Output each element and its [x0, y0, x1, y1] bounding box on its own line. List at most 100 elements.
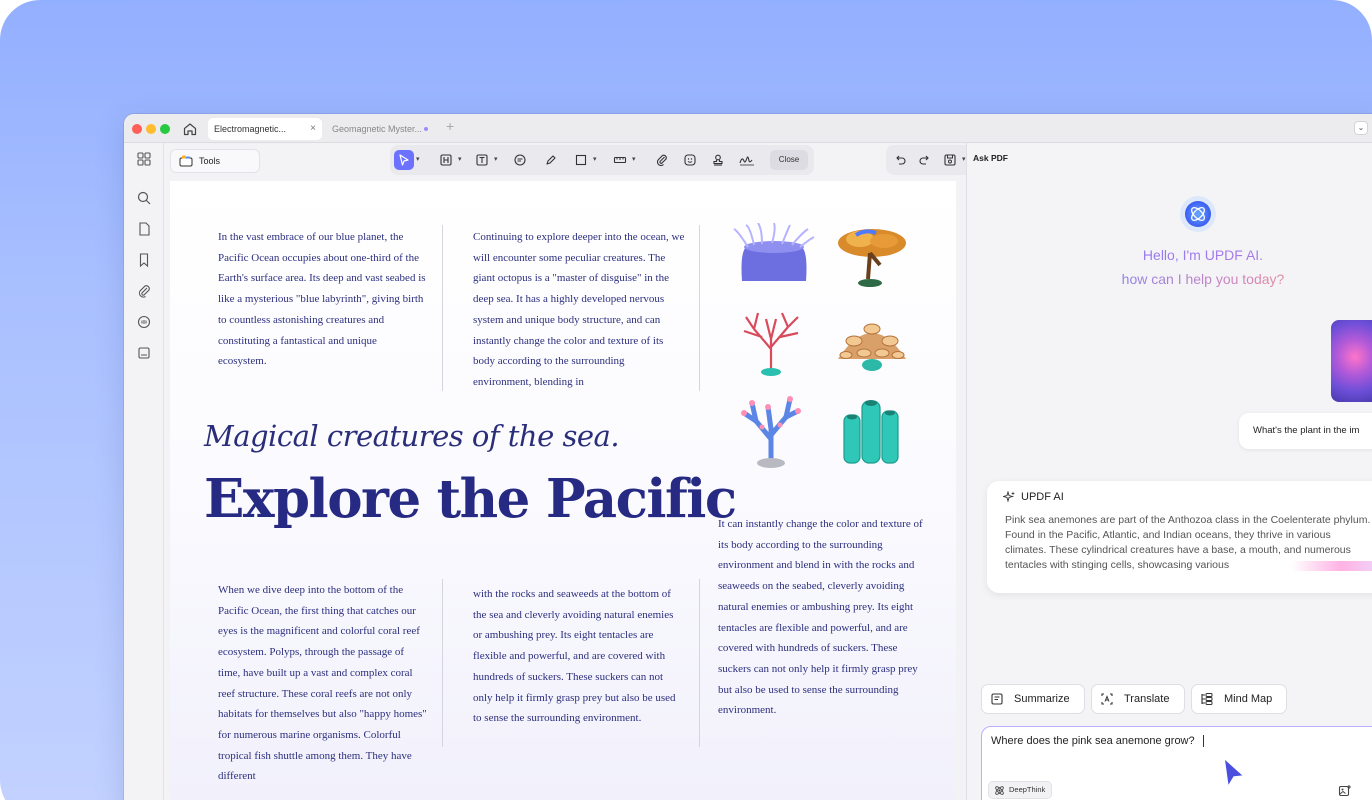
column-divider: [699, 225, 700, 391]
image-file-icon[interactable]: [136, 345, 152, 361]
mouse-pointer-icon: [1223, 757, 1245, 788]
mushroom-coral-image: [838, 323, 906, 371]
chevron-down-icon[interactable]: ▾: [593, 155, 597, 163]
unsaved-indicator: [424, 127, 428, 131]
chat-input[interactable]: Where does the pink sea anemone grow? De…: [981, 726, 1372, 800]
sticker-icon: [684, 154, 696, 166]
purple-anemone-image: [733, 223, 815, 281]
undo-icon: [896, 155, 906, 165]
chevron-down-icon[interactable]: ▾: [416, 155, 420, 163]
ai-response-card: UPDF AI Pink sea anemones are part of th…: [987, 481, 1372, 593]
chat-input-text[interactable]: Where does the pink sea anemone grow?: [991, 735, 1204, 748]
comment-tool[interactable]: [510, 150, 530, 170]
text-box-icon: [476, 154, 488, 166]
uploaded-image-thumbnail[interactable]: [1331, 320, 1372, 402]
home-icon[interactable]: [182, 121, 198, 137]
red-sea-fan-image: [743, 312, 799, 376]
deepthink-toggle[interactable]: DeepThink: [988, 781, 1053, 799]
undo-button[interactable]: [890, 150, 910, 170]
redo-icon: [919, 155, 929, 165]
summarize-button[interactable]: Summarize: [981, 684, 1085, 714]
close-tools-button[interactable]: Close: [770, 150, 808, 170]
sticker-tool[interactable]: [680, 150, 700, 170]
measure-tool[interactable]: [610, 150, 630, 170]
main-toolbar: Tools ▾ ▾ ▾ ▾ ▾ Close ▾: [164, 143, 1002, 181]
tools-label: Tools: [199, 156, 221, 166]
translate-label: Translate: [1124, 693, 1170, 705]
save-icon: [944, 154, 956, 166]
comment-icon[interactable]: [136, 314, 152, 330]
mind-map-icon: [1201, 693, 1213, 705]
chevron-down-icon[interactable]: ▾: [962, 155, 966, 163]
select-tool[interactable]: [394, 150, 414, 170]
bookmark-icon[interactable]: [136, 252, 152, 268]
stamp-icon: [713, 154, 723, 166]
signature-icon: [739, 156, 754, 166]
mind-map-button[interactable]: Mind Map: [1191, 684, 1287, 714]
tab-electromagnetic[interactable]: Electromagnetic... ×: [208, 118, 322, 140]
cursor-icon: [399, 154, 409, 166]
tab-label: Geomagnetic Myster...: [332, 124, 423, 134]
chevron-down-icon[interactable]: ▾: [494, 155, 498, 163]
golden-coral-tree-image: [838, 229, 906, 287]
highlight-tool[interactable]: [436, 150, 456, 170]
text-tool[interactable]: [472, 150, 492, 170]
rectangle-icon: [575, 154, 587, 166]
user-message: What's the plant in the im: [1239, 413, 1372, 449]
greeting-line1: Hello, I'm UPDF AI.: [967, 247, 1372, 263]
translate-icon: [1101, 693, 1113, 705]
shape-tool[interactable]: [571, 150, 591, 170]
attach-tool[interactable]: [652, 150, 672, 170]
pen-tool[interactable]: [541, 150, 561, 170]
column-divider: [442, 579, 443, 747]
ask-pdf-panel: Ask PDF Hello, I'm UPDF AI. how can I he…: [966, 143, 1372, 800]
new-tab-button[interactable]: +: [446, 118, 454, 134]
title-bar: Electromagnetic... × Geomagnetic Myster.…: [124, 114, 1372, 143]
paragraph-col2-top: Continuing to explore deeper into the oc…: [473, 231, 685, 388]
attachment-icon[interactable]: [136, 283, 152, 299]
column-divider: [442, 225, 443, 391]
chevron-down-icon[interactable]: ▾: [458, 155, 462, 163]
maximize-window-button[interactable]: [160, 124, 170, 134]
summarize-label: Summarize: [1014, 693, 1070, 705]
updf-ai-logo-icon: [1180, 196, 1216, 232]
paragraph-col2-bottom: with the rocks and seaweeds at the botto…: [473, 588, 676, 725]
left-sidebar: [124, 143, 164, 800]
signature-tool[interactable]: [736, 150, 756, 170]
teal-tube-coral-image: [843, 400, 899, 464]
deepthink-label: DeepThink: [1009, 785, 1046, 794]
minimize-window-button[interactable]: [146, 124, 156, 134]
tab-label: Electromagnetic...: [214, 124, 287, 134]
paragraph-col3-mid: It can instantly change the color and te…: [718, 518, 923, 717]
column-divider: [699, 579, 700, 747]
pdf-page: In the vast embrace of our blue planet, …: [170, 181, 956, 800]
attach-image-icon[interactable]: [1338, 784, 1352, 798]
paragraph-col1-top: In the vast embrace of our blue planet, …: [218, 231, 426, 368]
grid-icon[interactable]: [136, 151, 152, 167]
stamp-tool[interactable]: [708, 150, 728, 170]
greeting-line2: how can I help you today?: [967, 271, 1372, 287]
ruler-icon: [613, 156, 627, 164]
comment-bubble-icon: [514, 154, 526, 166]
page-title: Explore the Pacific: [204, 468, 737, 530]
search-icon[interactable]: [136, 190, 152, 206]
close-tab-icon[interactable]: ×: [310, 118, 316, 140]
window-menu-chevron-icon[interactable]: ⌄: [1354, 121, 1368, 135]
paperclip-icon: [656, 154, 667, 167]
annotation-tools: ▾ ▾ ▾ ▾ ▾ Close: [390, 145, 814, 175]
app-window: Electromagnetic... × Geomagnetic Myster.…: [124, 114, 1372, 800]
close-window-button[interactable]: [132, 124, 142, 134]
translate-button[interactable]: Translate: [1091, 684, 1185, 714]
save-button[interactable]: [940, 150, 960, 170]
page-icon[interactable]: [136, 221, 152, 237]
redo-button[interactable]: [915, 150, 935, 170]
pen-icon: [546, 155, 556, 165]
tools-button[interactable]: Tools: [170, 149, 260, 173]
sparkle-icon: [1003, 491, 1015, 503]
paragraph-col1-bottom: When we dive deep into the bottom of the…: [218, 584, 427, 783]
summarize-icon: [991, 693, 1003, 705]
chevron-down-icon[interactable]: ▾: [632, 155, 636, 163]
tab-geomagnetic[interactable]: Geomagnetic Myster...: [326, 118, 438, 140]
toolbox-icon: [179, 155, 193, 167]
mind-map-label: Mind Map: [1224, 693, 1273, 705]
